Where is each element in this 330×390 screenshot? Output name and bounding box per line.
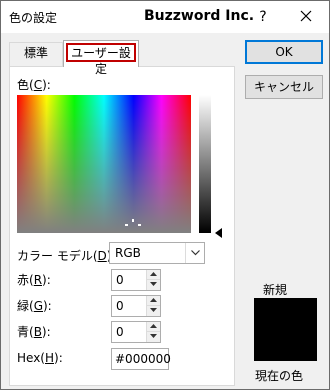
red-value: 0 (116, 273, 124, 287)
tab-highlight: ユーザー設定 (66, 43, 136, 76)
color-model-label: カラー モデル(D): (17, 249, 115, 263)
hex-input[interactable]: #000000 (111, 348, 171, 370)
new-color-label: 新規 (263, 283, 288, 297)
blue-up-button[interactable] (146, 322, 160, 332)
hex-label: Hex(H): (17, 351, 63, 365)
brand-name: Buzzword Inc. (144, 8, 255, 24)
green-spinner[interactable]: 0 (111, 295, 161, 317)
close-icon (300, 10, 312, 22)
title-bar: 色の設定 Buzzword Inc. ? (1, 1, 329, 33)
current-color-label: 現在の色 (255, 369, 304, 383)
ok-button[interactable]: OK (245, 40, 323, 64)
green-down-button[interactable] (146, 306, 160, 316)
tab-custom[interactable]: ユーザー設定 (63, 40, 139, 76)
crosshair-icon (125, 219, 141, 226)
color-label: 色(C): (17, 78, 51, 92)
green-label: 緑(G): (17, 299, 52, 313)
blue-spinner[interactable]: 0 (111, 321, 161, 343)
cancel-button[interactable]: キャンセル (245, 75, 323, 99)
color-spectrum[interactable] (17, 95, 191, 233)
red-down-button[interactable] (146, 280, 160, 290)
blue-label: 青(B): (17, 325, 51, 339)
help-button[interactable]: ? (249, 3, 277, 31)
color-preview-swatch (254, 298, 317, 361)
luminance-slider[interactable] (199, 95, 211, 233)
dialog-title: 色の設定 (9, 11, 58, 25)
blue-down-button[interactable] (146, 332, 160, 342)
caret-up-icon (150, 324, 157, 328)
caret-down-icon (150, 308, 157, 312)
color-model-select[interactable]: RGB (109, 242, 205, 264)
close-button[interactable] (291, 3, 321, 31)
tab-standard-label: 標準 (23, 46, 48, 60)
caret-down-icon (150, 334, 157, 338)
chevron-down-icon (185, 243, 204, 263)
green-value: 0 (116, 299, 124, 313)
caret-up-icon (150, 298, 157, 302)
tab-standard[interactable]: 標準 (9, 42, 63, 66)
red-spinner[interactable]: 0 (111, 269, 161, 291)
blue-value: 0 (116, 325, 124, 339)
color-dialog: 色の設定 Buzzword Inc. ? 標準 ユーザー設定 OK キャンセル … (0, 0, 330, 390)
luminance-pointer-icon[interactable] (215, 228, 222, 238)
caret-down-icon (150, 282, 157, 286)
hex-value: #000000 (115, 352, 171, 366)
red-up-button[interactable] (146, 270, 160, 280)
red-label: 赤(R): (17, 273, 51, 287)
caret-up-icon (150, 272, 157, 276)
color-model-value: RGB (115, 246, 141, 260)
green-up-button[interactable] (146, 296, 160, 306)
